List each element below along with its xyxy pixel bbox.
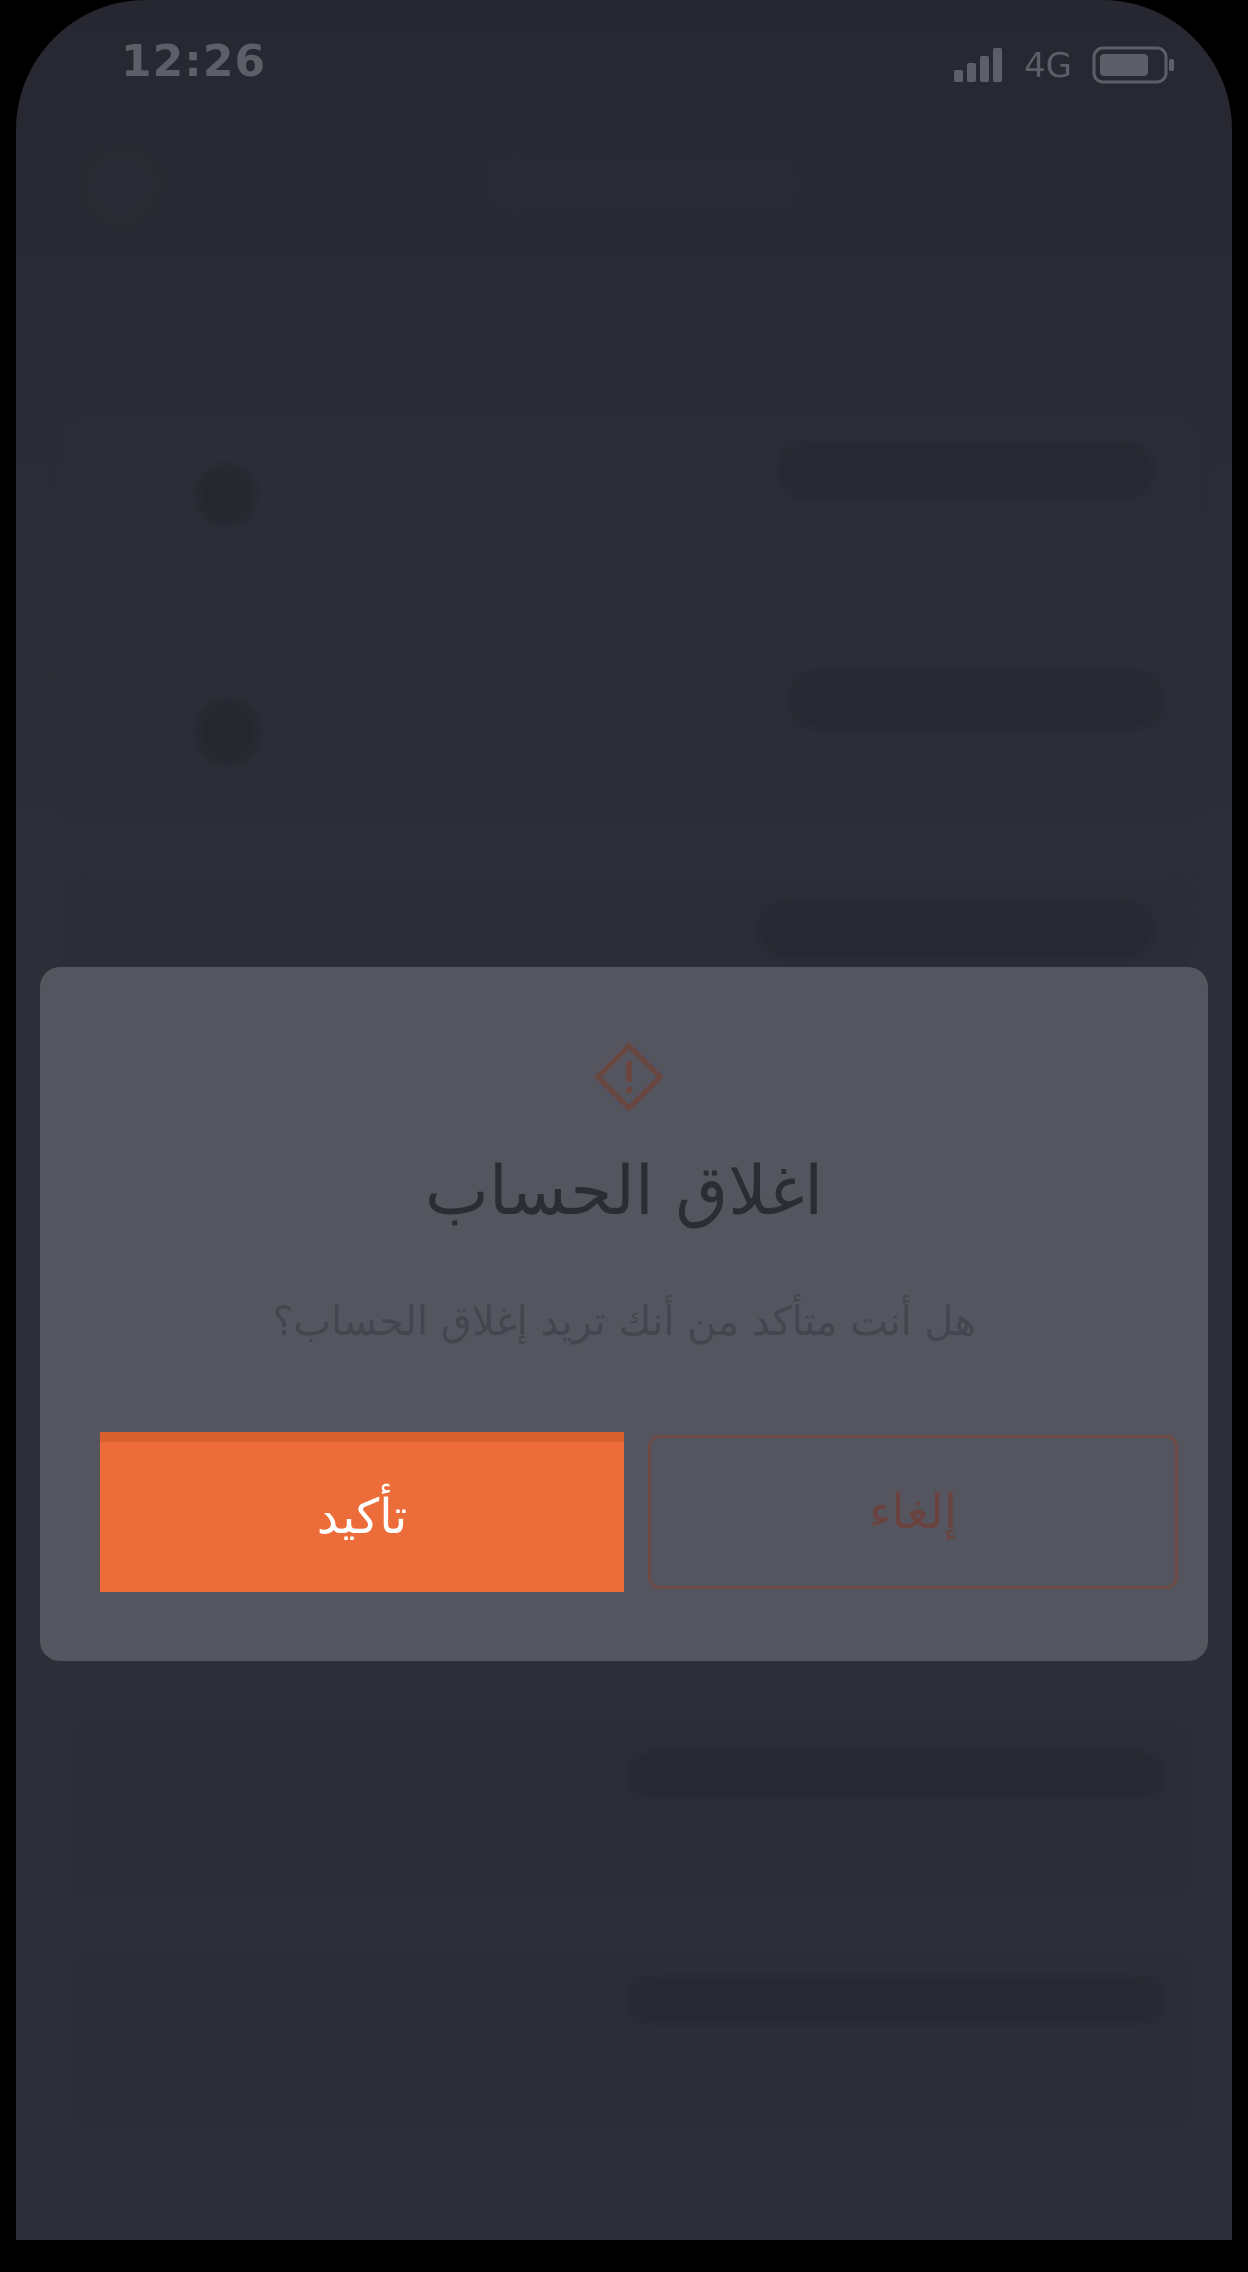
cancel-button[interactable]: إلغاء [648,1435,1178,1589]
dialog-message: هل أنت متأكد من أنك تريد إغلاق الحساب؟ [272,1299,976,1345]
confirm-button[interactable]: تأكيد [100,1432,624,1592]
close-account-dialog: اغلاق الحساب هل أنت متأكد من أنك تريد إغ… [40,967,1208,1661]
status-time: 12:26 [121,36,267,87]
signal-bars-icon [954,48,1002,82]
dialog-title: اغلاق الحساب [424,1152,824,1231]
network-type-label: 4G [1024,46,1072,86]
warning-diamond-icon [594,1042,664,1112]
status-bar: 12:26 4G [16,0,1232,130]
battery-icon [1092,46,1174,84]
phone-screen: 12:26 4G اغلاق الحساب هل أنت متأكد من أن… [16,0,1232,2240]
